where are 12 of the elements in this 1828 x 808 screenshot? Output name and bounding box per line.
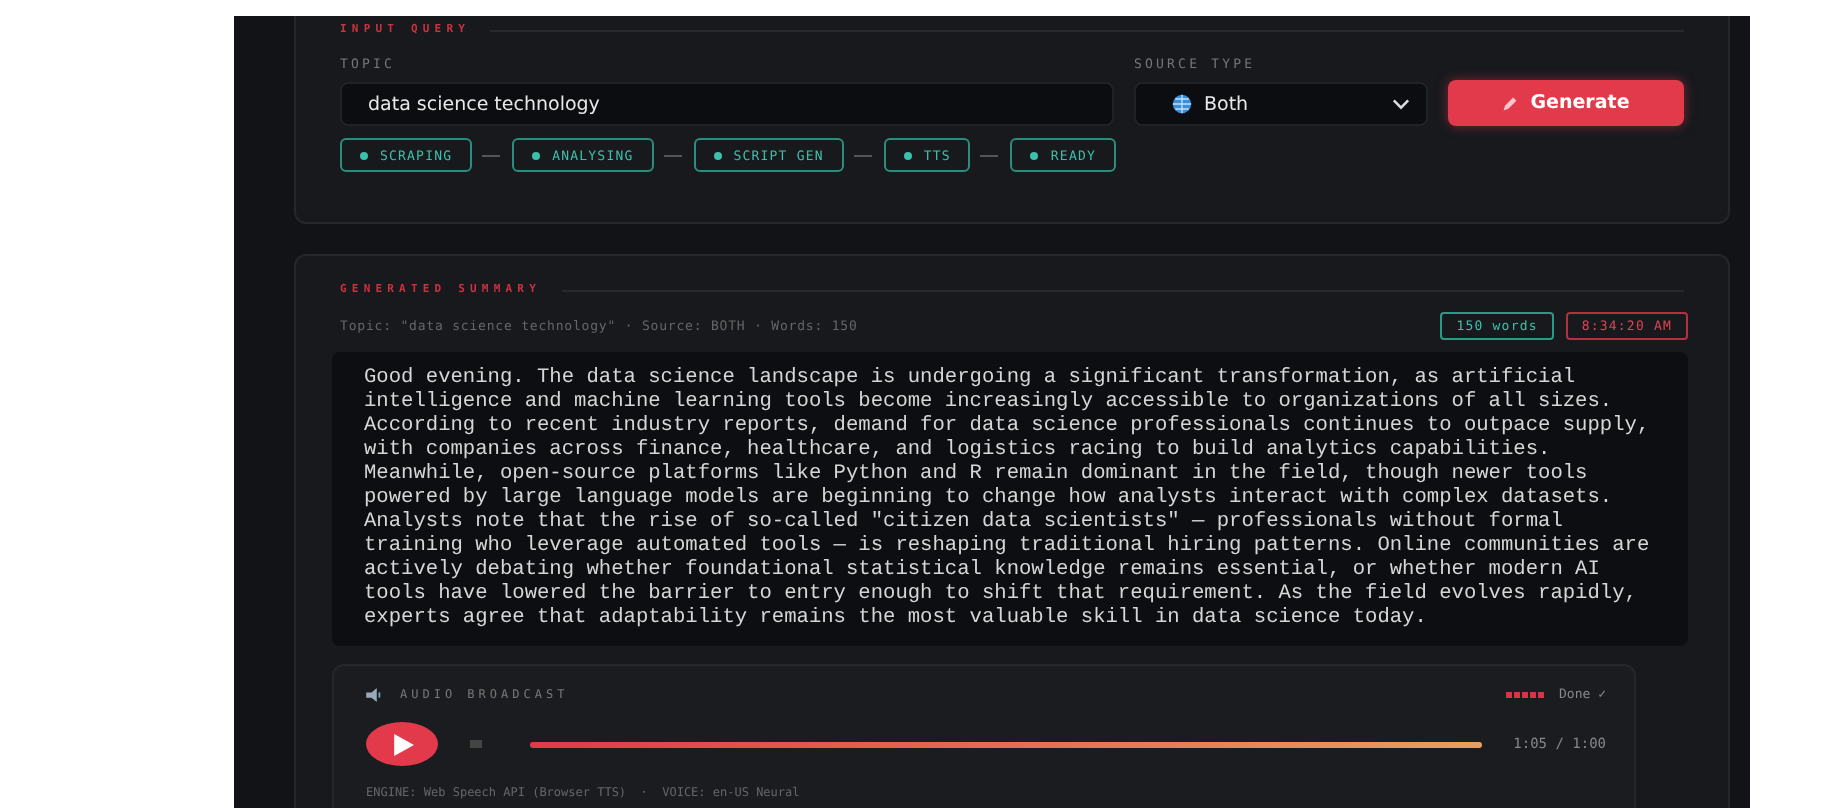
topic-field[interactable]: data science technology: [340, 82, 1114, 126]
play-icon: [391, 733, 413, 755]
pencil-icon: [1502, 95, 1519, 111]
stop-icon: [470, 740, 482, 748]
source-dropdown[interactable]: Both: [1134, 82, 1428, 126]
generate-button[interactable]: Generate: [1448, 80, 1684, 126]
play-button[interactable]: [366, 722, 438, 766]
status-dots-icon: [1505, 691, 1544, 697]
speaker-icon: [366, 687, 384, 701]
summary-text: Good evening. The data science landscape is undergoing a significant transformation, as artificial intelligence and machine learning tools become increasingly accessible to organizations of all sizes. According to recent industry reports, demand for data science professionals continues to outpace supply, with companies across finance, healthcare, and logistics racing to build analytics capabilities. Meanwhile, open-source platforms like Python and R remain dominant in the field, though newer tools powered by large language models are beginning to change how analysts interact with complex datasets. Analysts note that the rise of so-called "citizen data scientists" — professionals without formal training who leverage automated tools — is reshaping traditional hiring patterns. Online communities are actively debating whether foundational statistical knowledge remains essential, or whether modern AI tools have lowered the barrier to entry enough to shift that requirement. As the field evolves rapidly, experts agree that adaptability remains the most valuable skill in data science today.: [332, 352, 1688, 646]
globe-icon: [1172, 94, 1192, 114]
chevron-down-icon: [1392, 98, 1410, 110]
